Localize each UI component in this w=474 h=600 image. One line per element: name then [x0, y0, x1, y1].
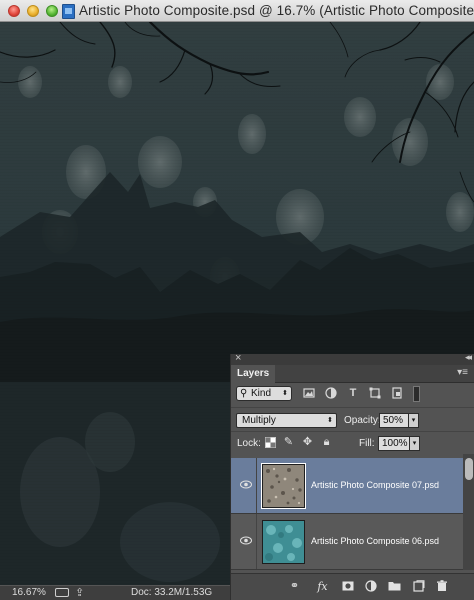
- eye-visibility-icon[interactable]: [240, 480, 252, 492]
- lock-label: Lock:: [237, 438, 261, 449]
- scrollbar-thumb[interactable]: [465, 458, 473, 480]
- shape-filter-icon[interactable]: [369, 387, 381, 399]
- opacity-input[interactable]: 50%: [379, 413, 409, 428]
- layer-name: Artistic Photo Composite 07.psd: [311, 480, 440, 490]
- layer-row[interactable]: Artistic Photo Composite 07.psd: [231, 458, 463, 514]
- panel-tab-row: Layers ▾≡: [231, 365, 474, 383]
- blend-row: Multiply ⬍ Opacity: 50% ▾: [231, 407, 474, 431]
- panel-close-icon[interactable]: ×: [235, 352, 241, 364]
- blend-mode-select[interactable]: Multiply ⬍: [236, 413, 337, 428]
- lock-row: Lock: ✎ ✥ 🔒︎ Fill: 100% ▾: [231, 431, 474, 453]
- filter-toggle-switch[interactable]: [413, 386, 420, 402]
- fill-label: Fill:: [359, 438, 375, 449]
- lock-position-move-icon[interactable]: ✥: [302, 437, 313, 448]
- adjustment-filter-icon[interactable]: [325, 387, 337, 399]
- fill-input[interactable]: 100%: [378, 436, 410, 451]
- title-bar: Artistic Photo Composite.psd @ 16.7% (Ar…: [0, 0, 474, 22]
- zoom-level[interactable]: 16.67%: [12, 587, 46, 598]
- type-filter-icon[interactable]: T: [347, 387, 359, 399]
- panel-footer: ⚭ fx: [231, 573, 474, 600]
- trash-icon[interactable]: [435, 580, 448, 593]
- pixel-filter-icon[interactable]: [303, 387, 315, 399]
- fill-dropdown-icon[interactable]: ▾: [409, 436, 420, 451]
- layer-thumbnail: [262, 520, 305, 564]
- link-icon[interactable]: ⚭: [288, 580, 301, 593]
- layer-name: Artistic Photo Composite 06.psd: [311, 536, 440, 546]
- window-title: Artistic Photo Composite.psd @ 16.7% (Ar…: [79, 3, 474, 18]
- layers-panel: × ◂◂ Layers ▾≡ ⚲ Kind ⬍ T Multiply ⬍ Opa…: [230, 352, 474, 600]
- lock-all-icon[interactable]: 🔒︎: [321, 437, 332, 448]
- layer-row[interactable]: Artistic Photo Composite 06.psd: [231, 514, 463, 570]
- psd-document-icon: [62, 4, 75, 19]
- smart-object-filter-icon[interactable]: [391, 387, 403, 399]
- panel-menu-icon[interactable]: ▾≡: [457, 367, 468, 378]
- select-arrows-icon: ⬍: [282, 390, 288, 397]
- kind-filter-label: Kind: [251, 388, 272, 399]
- mask-icon[interactable]: [341, 580, 354, 593]
- minimize-window-button[interactable]: [27, 5, 39, 17]
- filter-row: ⚲ Kind ⬍ T: [231, 383, 474, 407]
- layers-scrollbar[interactable]: [463, 454, 474, 570]
- lock-pixels-brush-icon[interactable]: ✎: [283, 437, 294, 448]
- folder-icon[interactable]: [388, 580, 401, 593]
- opacity-dropdown-icon[interactable]: ▾: [408, 413, 419, 428]
- kind-filter-select[interactable]: ⚲ Kind ⬍: [236, 386, 292, 401]
- select-arrows-icon: ⬍: [327, 417, 333, 424]
- close-window-button[interactable]: [8, 5, 20, 17]
- search-icon: ⚲: [240, 388, 248, 399]
- layer-thumbnail: [261, 463, 306, 509]
- zoom-window-button[interactable]: [46, 5, 58, 17]
- lock-transparency-icon[interactable]: [265, 437, 276, 448]
- eye-visibility-icon[interactable]: [240, 536, 252, 548]
- opacity-label: Opacity:: [344, 415, 381, 426]
- panel-collapse-icon[interactable]: ◂◂: [465, 352, 472, 363]
- share-icon[interactable]: ⇪: [75, 586, 84, 599]
- document-size: Doc: 33.2M/1.53G: [131, 587, 213, 598]
- blend-mode-value: Multiply: [242, 415, 276, 426]
- proof-setup-icon[interactable]: [55, 588, 69, 597]
- fx-icon[interactable]: fx: [316, 580, 329, 593]
- tab-layers[interactable]: Layers: [231, 365, 276, 383]
- new-layer-icon[interactable]: [412, 580, 425, 593]
- adjustment-icon[interactable]: [364, 580, 377, 593]
- panel-header: × ◂◂: [231, 352, 474, 365]
